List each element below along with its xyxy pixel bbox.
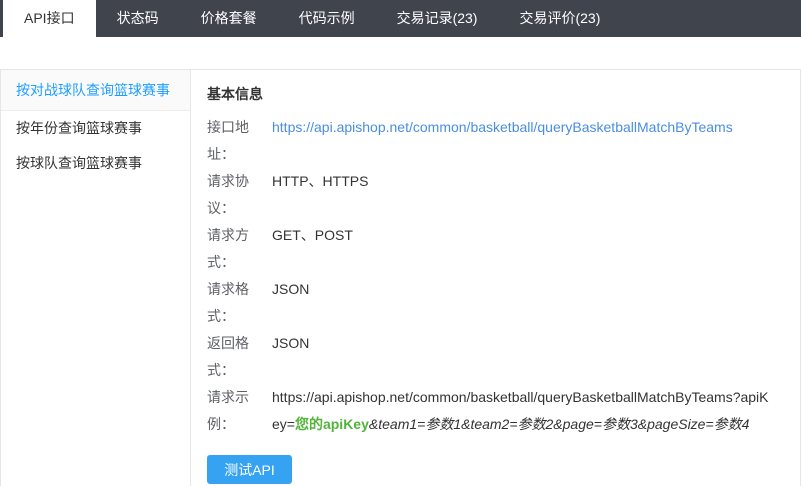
sidebar-api-list: 按对战球队查询篮球赛事 按年份查询篮球赛事 按球队查询篮球赛事 xyxy=(1,70,191,486)
section-title-basic-info: 基本信息 xyxy=(207,86,263,102)
field-request-method: 请求方式： GET、POST xyxy=(207,222,775,276)
tab-api-interface[interactable]: API接口 xyxy=(3,0,96,37)
tab-transaction-records[interactable]: 交易记录(23) xyxy=(376,0,499,37)
tab-status-codes[interactable]: 状态码 xyxy=(96,0,180,37)
field-label-response-format: 返回格式： xyxy=(207,335,249,378)
tab-bar: API接口 状态码 价格套餐 代码示例 交易记录(23) 交易评价(23) xyxy=(0,0,801,37)
content-box: 按对战球队查询篮球赛事 按年份查询篮球赛事 按球队查询篮球赛事 基本信息 接口地… xyxy=(0,69,801,486)
sidebar-item-query-by-opposing-teams[interactable]: 按对战球队查询篮球赛事 xyxy=(1,70,190,111)
field-label-request-protocol: 请求协议： xyxy=(207,173,249,216)
field-value-response-format: JSON xyxy=(272,335,310,351)
example-params-suffix: &team1=参数1&team2=参数2&page=参数3&pageSize=参… xyxy=(368,416,750,432)
test-api-button[interactable]: 测试API xyxy=(207,455,292,484)
field-request-protocol: 请求协议： HTTP、HTTPS xyxy=(207,168,775,222)
field-value-request-protocol: HTTP、HTTPS xyxy=(272,173,369,189)
field-value-request-example: https://api.apishop.net/common/basketbal… xyxy=(272,384,775,438)
field-label-request-format: 请求格式： xyxy=(207,281,249,324)
field-api-url: 接口地址： https://api.apishop.net/common/bas… xyxy=(207,114,775,168)
tab-code-samples[interactable]: 代码示例 xyxy=(278,0,376,37)
field-label-api-url: 接口地址： xyxy=(207,119,249,162)
field-label-request-method: 请求方式： xyxy=(207,227,249,270)
field-value-request-method: GET、POST xyxy=(272,227,353,243)
field-request-example: 请求示例： https://api.apishop.net/common/bas… xyxy=(207,384,775,438)
field-value-api-url: https://api.apishop.net/common/basketbal… xyxy=(272,114,775,141)
field-label-request-example: 请求示例： xyxy=(207,389,249,432)
sidebar-item-query-by-team[interactable]: 按球队查询篮球赛事 xyxy=(1,146,190,181)
sidebar-item-query-by-year[interactable]: 按年份查询篮球赛事 xyxy=(1,111,190,146)
main-panel: 基本信息 接口地址： https://api.apishop.net/commo… xyxy=(191,70,800,486)
field-request-format: 请求格式： JSON xyxy=(207,276,775,330)
example-apikey-highlight: 您的apiKey xyxy=(294,416,369,432)
field-value-request-format: JSON xyxy=(272,281,310,297)
field-response-format: 返回格式： JSON xyxy=(207,330,775,384)
api-url-link[interactable]: https://api.apishop.net/common/basketbal… xyxy=(272,119,733,135)
tab-pricing-packages[interactable]: 价格套餐 xyxy=(180,0,278,37)
tab-transaction-reviews[interactable]: 交易评价(23) xyxy=(498,0,621,37)
